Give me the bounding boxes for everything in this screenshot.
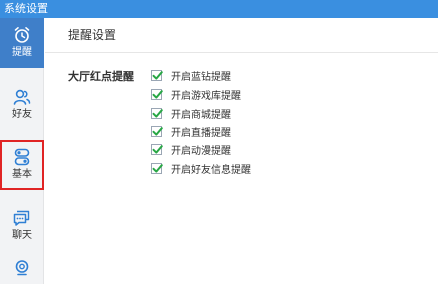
checkmark-icon	[152, 144, 163, 154]
option-store[interactable]: 开启商城提醒	[151, 106, 231, 121]
sidebar: 提醒 好友 基本 聊天	[0, 18, 44, 284]
option-live[interactable]: 开启直播提醒	[151, 124, 231, 139]
option-game-library[interactable]: 开启游戏库提醒	[151, 87, 241, 102]
checkbox[interactable]	[151, 143, 163, 155]
alarm-clock-icon	[14, 27, 30, 43]
option-label: 开启游戏库提醒	[171, 90, 241, 102]
sidebar-item-camera[interactable]	[0, 251, 44, 284]
chat-icon	[13, 210, 30, 226]
option-friend-messages[interactable]: 开启好友信息提醒	[151, 161, 251, 176]
sidebar-item-chat[interactable]: 聊天	[0, 201, 44, 251]
checkmark-icon	[152, 70, 163, 80]
checkmark-icon	[152, 126, 163, 136]
camera-icon	[15, 260, 29, 276]
checkmark-icon	[152, 108, 163, 118]
checkbox[interactable]	[151, 88, 163, 100]
sidebar-item-label: 基本	[12, 169, 32, 180]
sidebar-item-reminder[interactable]: 提醒	[0, 18, 44, 68]
option-label: 开启好友信息提醒	[171, 164, 251, 176]
friends-icon	[13, 89, 31, 105]
checkmark-icon	[152, 163, 163, 173]
sidebar-item-label: 好友	[12, 109, 32, 120]
option-lanzuan[interactable]: 开启蓝钻提醒	[151, 68, 231, 83]
checkbox[interactable]	[151, 107, 163, 119]
option-label: 开启直播提醒	[171, 127, 231, 139]
option-anime[interactable]: 开启动漫提醒	[151, 142, 231, 157]
main-content: 提醒设置 大厅红点提醒 开启蓝钻提醒 开启游戏库提醒 开启商城提醒 开启直播提醒	[45, 18, 438, 284]
option-label: 开启蓝钻提醒	[171, 71, 231, 83]
settings-window: 系统设置 提醒 好友 基本 聊天 提醒设置 大厅红点提醒 开启蓝钻提醒 开启游戏…	[0, 0, 438, 284]
checkbox[interactable]	[151, 125, 163, 137]
toggle-icon	[14, 148, 30, 166]
page-title: 提醒设置	[45, 18, 438, 53]
sidebar-item-friends[interactable]: 好友	[0, 80, 44, 130]
sidebar-item-basic[interactable]: 基本	[0, 140, 44, 190]
checkbox[interactable]	[151, 69, 163, 81]
sidebar-item-label: 提醒	[12, 47, 32, 58]
checkmark-icon	[152, 89, 163, 99]
sidebar-item-label: 聊天	[12, 230, 32, 241]
option-label: 开启商城提醒	[171, 109, 231, 121]
option-label: 开启动漫提醒	[171, 145, 231, 157]
section-label: 大厅红点提醒	[68, 70, 134, 83]
window-title: 系统设置	[0, 0, 438, 18]
checkbox[interactable]	[151, 162, 163, 174]
